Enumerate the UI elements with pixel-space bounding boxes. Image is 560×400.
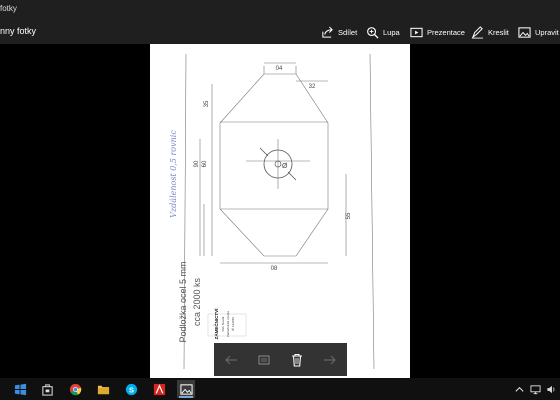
chevron-up-icon xyxy=(514,386,524,392)
slideshow-button[interactable]: Prezentace xyxy=(410,22,465,42)
stamp-line3: IČ 123456 xyxy=(230,317,235,331)
window-title: fotky xyxy=(0,4,17,13)
folder-icon xyxy=(97,385,109,394)
filmstrip-icon xyxy=(258,355,270,364)
window-titlebar: fotky xyxy=(0,0,560,20)
side-note: Vzdálenost 0,5 rovnic xyxy=(169,130,178,218)
zoom-label: Lupa xyxy=(383,27,400,37)
album-breadcrumb[interactable]: nny fotky xyxy=(0,26,36,36)
photo-viewer-stage: 04 32 35 60 90 55 08 Ø Vzdálenost 0,5 ro… xyxy=(0,44,560,378)
drawing-title-line2: cca 2000 ks xyxy=(192,277,202,326)
arrow-right-icon xyxy=(324,355,337,364)
skype-button[interactable]: S xyxy=(122,380,140,398)
share-label: Sdílet xyxy=(338,27,358,37)
dim-left-upper: 35 xyxy=(204,100,210,107)
edit-label: Upravit xyxy=(535,27,559,37)
drawing-title-line1: Podložka ocel 5 mm xyxy=(178,261,188,342)
photos-button[interactable] xyxy=(177,380,195,398)
acrobat-icon xyxy=(153,383,165,395)
skype-icon: S xyxy=(125,383,137,395)
scanned-drawing: 04 32 35 60 90 55 08 Ø Vzdálenost 0,5 ro… xyxy=(150,44,410,378)
delete-photo-button[interactable] xyxy=(287,350,307,370)
svg-text:S: S xyxy=(129,385,134,394)
next-photo-button[interactable] xyxy=(320,350,340,370)
hole-label: Ø xyxy=(282,163,288,170)
edit-photo-icon xyxy=(518,26,531,38)
acrobat-button[interactable] xyxy=(150,380,168,398)
dim-right: 55 xyxy=(346,212,352,219)
dim-top: 04 xyxy=(276,66,283,72)
tray-overflow-button[interactable] xyxy=(512,382,526,396)
pen-icon xyxy=(471,25,484,39)
slideshow-label: Prezentace xyxy=(427,27,465,37)
draw-button[interactable]: Kreslit xyxy=(471,22,509,42)
stamp-line2: Zámečnická výroba xyxy=(226,311,230,337)
previous-photo-button[interactable] xyxy=(221,350,241,370)
technical-drawing: 04 32 35 60 90 55 08 Ø Vzdálenost 0,5 ro… xyxy=(169,53,375,370)
start-button[interactable] xyxy=(11,380,29,398)
store-bag-icon xyxy=(41,383,53,396)
file-explorer-button[interactable] xyxy=(94,380,112,398)
slideshow-icon xyxy=(410,27,423,37)
windows-logo-icon xyxy=(14,383,26,395)
network-icon xyxy=(529,384,541,394)
dim-top-right: 32 xyxy=(309,84,316,90)
viewer-nav-bar xyxy=(214,343,347,376)
stamp-title: ZÁMEČNICTVÍ xyxy=(212,308,219,339)
share-icon xyxy=(322,26,333,38)
dim-left-mid-a: 60 xyxy=(202,160,208,167)
magnifier-icon xyxy=(367,26,379,39)
dim-bottom: 08 xyxy=(271,266,278,272)
stamp-line1: Petr Novák xyxy=(221,316,225,331)
dim-left-mid-b: 90 xyxy=(194,160,200,167)
task-view-button[interactable] xyxy=(38,380,56,398)
speaker-icon xyxy=(546,385,554,393)
chrome-icon xyxy=(69,383,81,395)
zoom-button[interactable]: Lupa xyxy=(366,22,400,42)
arrow-left-icon xyxy=(224,355,237,364)
chrome-button[interactable] xyxy=(66,380,84,398)
edit-button[interactable]: Upravit xyxy=(518,22,559,42)
filmstrip-button[interactable] xyxy=(254,350,274,370)
volume-button[interactable] xyxy=(544,382,558,396)
trash-icon xyxy=(292,353,303,367)
share-button[interactable]: Sdílet xyxy=(321,22,357,42)
photos-icon xyxy=(179,383,193,395)
app-toolbar: nny fotky Sdílet Lupa Prezentace Kreslit… xyxy=(0,20,560,44)
network-button[interactable] xyxy=(528,382,542,396)
draw-label: Kreslit xyxy=(488,27,509,37)
windows-taskbar: S xyxy=(0,378,560,400)
